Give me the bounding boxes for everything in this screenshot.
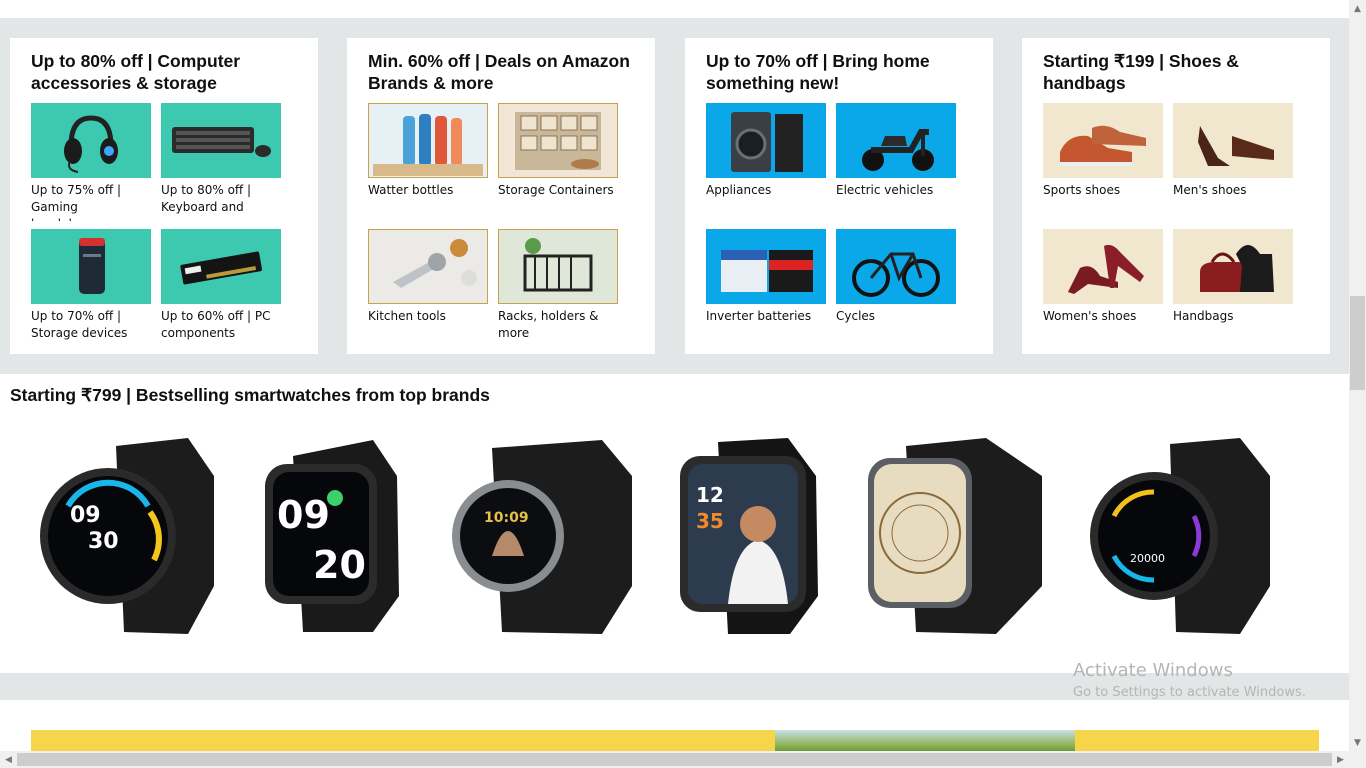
handbag-icon[interactable]: [1173, 229, 1293, 304]
ssd-icon[interactable]: [31, 229, 151, 304]
keyboard-icon[interactable]: [161, 103, 281, 178]
top-strip: [0, 0, 1349, 18]
scooter-icon[interactable]: [836, 103, 956, 178]
smartwatch-carousel: Starting ₹799 | Bestselling smartwatches…: [0, 374, 1349, 673]
scroll-left-icon[interactable]: ◀: [0, 751, 17, 768]
tile-sports-shoes[interactable]: Sports shoes: [1043, 103, 1163, 221]
tile-caption[interactable]: Men's shoes: [1173, 182, 1293, 221]
card-title[interactable]: Min. 60% off | Deals on Amazon Brands & …: [368, 50, 635, 94]
card-title[interactable]: Up to 80% off | Computer accessories & s…: [31, 50, 298, 94]
tile-caption[interactable]: Appliances: [706, 182, 826, 221]
tile-caption[interactable]: Up to 70% off | Storage devices: [31, 308, 151, 347]
tile-caption[interactable]: Women's shoes: [1043, 308, 1163, 347]
horizontal-scroll-thumb[interactable]: [17, 753, 1332, 766]
tile-storage-devices[interactable]: Up to 70% off | Storage devices: [31, 229, 151, 347]
tile-appliances[interactable]: Appliances: [706, 103, 826, 221]
tile-womens-shoes[interactable]: Women's shoes: [1043, 229, 1163, 347]
tile-caption[interactable]: Sports shoes: [1043, 182, 1163, 221]
tile-caption[interactable]: Up to 60% off | PC components: [161, 308, 281, 347]
tile-water-bottles[interactable]: Watter bottles: [368, 103, 488, 221]
deal-card-amazon-brands[interactable]: Min. 60% off | Deals on Amazon Brands & …: [347, 38, 655, 354]
mens-shoe-icon[interactable]: [1173, 103, 1293, 178]
deal-card-home[interactable]: Up to 70% off | Bring home something new…: [685, 38, 993, 354]
tile-caption[interactable]: Inverter batteries: [706, 308, 826, 347]
tile-caption[interactable]: Watter bottles: [368, 182, 488, 221]
tile-caption[interactable]: Handbags: [1173, 308, 1293, 347]
watch-item-1[interactable]: 09 30: [38, 436, 220, 636]
tile-caption[interactable]: Up to 80% off | Keyboard and mouse: [161, 182, 281, 221]
tile-pc-components[interactable]: Up to 60% off | PC components: [161, 229, 281, 347]
heel-shoe-icon[interactable]: [1043, 229, 1163, 304]
tile-caption[interactable]: Cycles: [836, 308, 956, 347]
tile-caption[interactable]: Kitchen tools: [368, 308, 488, 347]
windows-activation-title: Activate Windows: [1073, 660, 1233, 681]
watch-item-5[interactable]: [866, 436, 1048, 636]
tile-caption[interactable]: Racks, holders & more: [498, 308, 618, 347]
tile-kitchen-tools[interactable]: Kitchen tools: [368, 229, 488, 347]
vertical-scrollbar[interactable]: ▲ ▼: [1349, 0, 1366, 751]
tile-cycles[interactable]: Cycles: [836, 229, 956, 347]
card-title[interactable]: Starting ₹199 | Shoes & handbags: [1043, 50, 1310, 94]
storage-container-icon[interactable]: [498, 103, 618, 178]
rack-icon[interactable]: [498, 229, 618, 304]
smartwatch-icon: 09 20: [265, 440, 399, 632]
scroll-up-icon[interactable]: ▲: [1349, 0, 1366, 17]
banner-area: [0, 700, 1349, 751]
banner-scenery: [775, 730, 1075, 751]
vertical-scroll-thumb[interactable]: [1350, 296, 1365, 390]
svg-text:20: 20: [313, 543, 366, 587]
tile-keyboard-mouse[interactable]: Up to 80% off | Keyboard and mouse: [161, 103, 281, 221]
smartwatch-icon: 09 30: [40, 438, 214, 634]
washing-machine-icon[interactable]: [706, 103, 826, 178]
svg-text:12: 12: [696, 483, 724, 507]
watch-item-4[interactable]: 12 35: [678, 436, 860, 636]
battery-icon[interactable]: [706, 229, 826, 304]
deal-card-shoes-handbags[interactable]: Starting ₹199 | Shoes & handbags Sports …: [1022, 38, 1330, 354]
scroll-right-icon[interactable]: ▶: [1332, 751, 1349, 768]
svg-text:09: 09: [277, 493, 330, 537]
smartwatch-icon: 10:09: [452, 440, 632, 634]
svg-text:10:09: 10:09: [484, 510, 529, 526]
bicycle-icon[interactable]: [836, 229, 956, 304]
watch-item-3[interactable]: 10:09: [452, 436, 634, 636]
windows-activation-subtitle: Go to Settings to activate Windows.: [1073, 685, 1306, 700]
memory-module-icon[interactable]: [161, 229, 281, 304]
watch-item-6[interactable]: 20000: [1090, 436, 1272, 636]
smartwatch-icon: 12 35: [680, 438, 818, 634]
tile-caption[interactable]: Up to 75% off | Gaming headphones: [31, 182, 151, 221]
deal-card-computer-accessories[interactable]: Up to 80% off | Computer accessories & s…: [10, 38, 318, 354]
svg-text:20000: 20000: [1130, 552, 1165, 565]
smartwatch-icon: 20000: [1090, 438, 1270, 634]
tile-inverter-batteries[interactable]: Inverter batteries: [706, 229, 826, 347]
water-bottle-icon[interactable]: [368, 103, 488, 178]
headphones-icon[interactable]: [31, 103, 151, 178]
tile-mens-shoes[interactable]: Men's shoes: [1173, 103, 1293, 221]
promo-banner[interactable]: [31, 730, 1319, 751]
svg-text:35: 35: [696, 509, 724, 533]
tile-electric-vehicles[interactable]: Electric vehicles: [836, 103, 956, 221]
svg-text:30: 30: [88, 529, 119, 554]
tile-storage-containers[interactable]: Storage Containers: [498, 103, 618, 221]
svg-text:09: 09: [70, 503, 101, 528]
horizontal-scrollbar[interactable]: ◀ ▶: [0, 751, 1366, 768]
tile-caption[interactable]: Storage Containers: [498, 182, 618, 221]
card-title[interactable]: Up to 70% off | Bring home something new…: [706, 50, 973, 94]
tile-racks-holders[interactable]: Racks, holders & more: [498, 229, 618, 347]
scroll-down-icon[interactable]: ▼: [1349, 734, 1366, 751]
kitchen-tool-icon[interactable]: [368, 229, 488, 304]
tile-gaming-headphones[interactable]: Up to 75% off | Gaming headphones: [31, 103, 151, 221]
carousel-title[interactable]: Starting ₹799 | Bestselling smartwatches…: [10, 385, 490, 406]
tile-caption[interactable]: Electric vehicles: [836, 182, 956, 221]
sports-shoe-icon[interactable]: [1043, 103, 1163, 178]
smartwatch-icon: [868, 438, 1042, 634]
watch-item-2[interactable]: 09 20: [263, 436, 445, 636]
tile-handbags[interactable]: Handbags: [1173, 229, 1293, 347]
